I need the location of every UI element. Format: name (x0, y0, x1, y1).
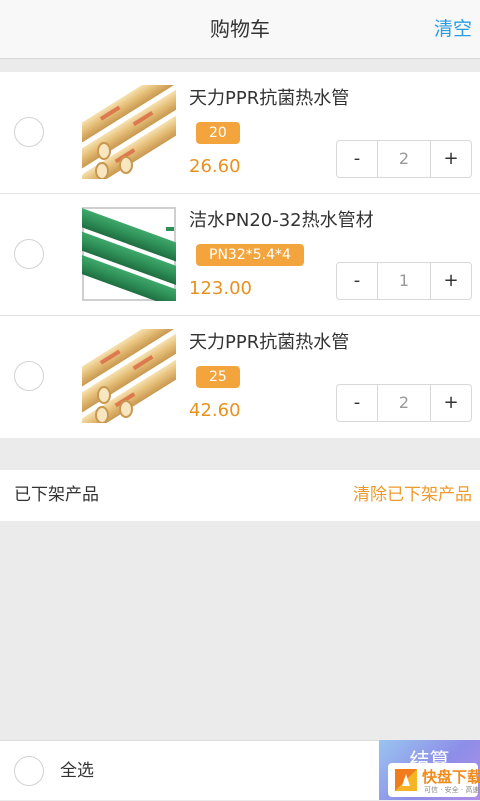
clear-cart-button[interactable]: 清空 (434, 0, 472, 58)
product-price: 42.60 (189, 400, 241, 421)
watermark-text: 快盘下载 (422, 768, 480, 786)
logo-mark-icon (395, 769, 417, 791)
increase-quantity-button[interactable]: + (431, 263, 471, 299)
product-name[interactable]: 天力PPR抗菌热水管 (189, 328, 349, 354)
product-name[interactable]: 洁水PN20-32热水管材 (189, 206, 374, 232)
watermark-logo: 快盘下载 可信 · 安全 · 高速 (388, 763, 480, 797)
clear-offshelf-button[interactable]: 清除已下架产品 (353, 470, 472, 521)
select-all-radio[interactable] (14, 756, 44, 786)
item-select-radio[interactable] (14, 239, 44, 269)
select-all-label[interactable]: 全选 (60, 741, 94, 801)
yellow-ppr-pipes-image[interactable] (82, 329, 176, 423)
product-price: 123.00 (189, 278, 252, 299)
quantity-value[interactable]: 1 (377, 263, 431, 299)
item-select-radio[interactable] (14, 361, 44, 391)
product-name[interactable]: 天力PPR抗菌热水管 (189, 84, 349, 110)
yellow-ppr-pipes-image[interactable] (82, 85, 176, 179)
product-price: 26.60 (189, 156, 241, 177)
page-title: 购物车 (210, 17, 270, 41)
watermark-slogan: 可信 · 安全 · 高速 (424, 786, 480, 794)
spec-badge: 20 (196, 122, 240, 144)
cart-item: 洁水PN20-32热水管材 PN32*5.4*4 123.00 - 1 + (0, 194, 480, 316)
increase-quantity-button[interactable]: + (431, 141, 471, 177)
app-header: 购物车 清空 (0, 0, 480, 59)
green-pipes-image[interactable] (82, 207, 176, 301)
decrease-quantity-button[interactable]: - (337, 263, 377, 299)
quantity-stepper: - 1 + (336, 262, 472, 300)
decrease-quantity-button[interactable]: - (337, 141, 377, 177)
decrease-quantity-button[interactable]: - (337, 385, 377, 421)
cart-item: 天力PPR抗菌热水管 25 42.60 - 2 + (0, 316, 480, 438)
cart-list: 天力PPR抗菌热水管 20 26.60 - 2 + 洁水PN20-32热水管材 … (0, 72, 480, 438)
spec-badge: PN32*5.4*4 (196, 244, 304, 266)
cart-item: 天力PPR抗菌热水管 20 26.60 - 2 + (0, 72, 480, 194)
quantity-stepper: - 2 + (336, 384, 472, 422)
spec-badge: 25 (196, 366, 240, 388)
quantity-value[interactable]: 2 (377, 141, 431, 177)
quantity-stepper: - 2 + (336, 140, 472, 178)
increase-quantity-button[interactable]: + (431, 385, 471, 421)
offshelf-section: 已下架产品 清除已下架产品 (0, 470, 480, 521)
quantity-value[interactable]: 2 (377, 385, 431, 421)
item-select-radio[interactable] (14, 117, 44, 147)
offshelf-label: 已下架产品 (14, 485, 99, 505)
